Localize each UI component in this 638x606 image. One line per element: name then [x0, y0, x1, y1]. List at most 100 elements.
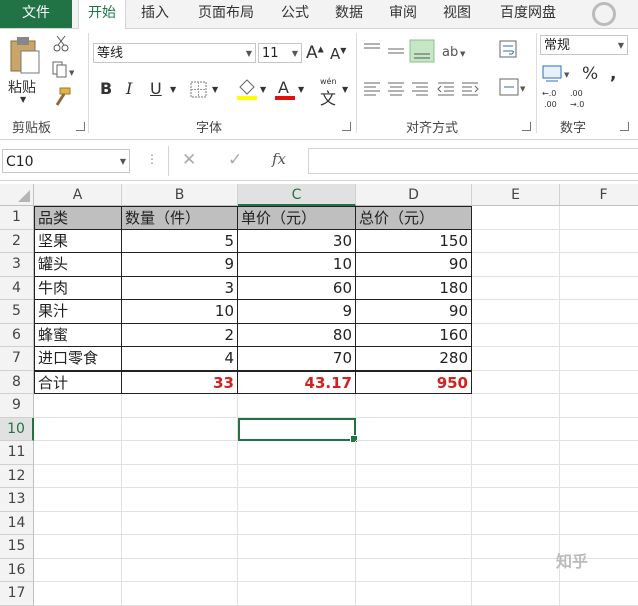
row-header-6[interactable]: 6	[0, 323, 34, 347]
enter-icon[interactable]: ✓	[228, 150, 242, 170]
cell-e17[interactable]	[472, 582, 560, 606]
cell-c12[interactable]	[238, 464, 356, 488]
cell-f2[interactable]	[560, 230, 638, 253]
cell-b17[interactable]	[122, 582, 238, 606]
increase-font-size-icon[interactable]: A▲	[306, 43, 324, 63]
cell-f5[interactable]	[560, 300, 638, 324]
cell-d9[interactable]	[356, 394, 472, 418]
cell-f17[interactable]	[560, 582, 638, 606]
tab-page-layout[interactable]: 页面布局	[188, 0, 264, 28]
cell-d13[interactable]	[356, 488, 472, 512]
cell-f8[interactable]	[560, 371, 638, 394]
paste-icon[interactable]	[8, 35, 42, 75]
cell-c9[interactable]	[238, 394, 356, 418]
decrease-font-size-icon[interactable]: A▼	[330, 45, 346, 63]
table-cell[interactable]: 9	[238, 300, 356, 324]
cell-b9[interactable]	[122, 394, 238, 418]
column-header-b[interactable]: B	[122, 184, 238, 206]
cell-b11[interactable]	[122, 441, 238, 465]
total-cell[interactable]: 43.17	[238, 370, 356, 394]
border-icon[interactable]	[190, 81, 208, 99]
font-size-combo[interactable]: 11 ▼	[258, 43, 302, 63]
cell-e8[interactable]	[472, 370, 560, 394]
select-all-corner[interactable]	[0, 184, 34, 206]
font-name-combo[interactable]: 等线 ▼	[93, 43, 256, 63]
table-cell[interactable]: 3	[122, 276, 238, 300]
cell-a15[interactable]	[34, 535, 122, 559]
cell-d10[interactable]	[356, 417, 472, 441]
merge-center-icon[interactable]: ▼	[498, 77, 530, 99]
column-header-f[interactable]: F	[560, 184, 638, 206]
cell-e1[interactable]	[472, 206, 560, 230]
cell-b16[interactable]	[122, 558, 238, 582]
feedback-icon[interactable]	[592, 2, 616, 26]
row-header-3[interactable]: 3	[0, 253, 34, 277]
row-header-7[interactable]: 7	[0, 347, 34, 371]
row-header-14[interactable]: 14	[0, 511, 34, 535]
cell-c15[interactable]	[238, 535, 356, 559]
cut-icon[interactable]	[52, 35, 70, 53]
cell-b10[interactable]	[122, 417, 238, 441]
cell-a10[interactable]	[34, 417, 122, 441]
total-cell[interactable]: 合计	[34, 370, 122, 394]
table-header-cell[interactable]: 单价（元）	[238, 206, 356, 230]
tab-view[interactable]: 视图	[434, 0, 480, 28]
cell-b12[interactable]	[122, 464, 238, 488]
paste-dropdown-icon[interactable]: ▼	[20, 95, 26, 104]
table-cell[interactable]: 蜂蜜	[34, 323, 122, 347]
row-header-15[interactable]: 15	[0, 535, 34, 559]
more-icon[interactable]: ⋮	[146, 152, 158, 166]
active-cell[interactable]	[238, 417, 358, 443]
formula-input[interactable]	[308, 148, 638, 174]
cell-f4[interactable]	[560, 277, 638, 300]
cell-e3[interactable]	[472, 253, 560, 277]
cell-f11[interactable]	[560, 441, 638, 465]
cell-f10[interactable]	[560, 418, 638, 441]
chevron-down-icon[interactable]: ▼	[260, 85, 266, 94]
cell-f12[interactable]	[560, 465, 638, 488]
cell-b13[interactable]	[122, 488, 238, 512]
table-cell[interactable]: 150	[356, 229, 472, 253]
table-header-cell[interactable]: 数量（件）	[122, 206, 238, 230]
tab-formulas[interactable]: 公式	[272, 0, 318, 28]
bold-icon[interactable]: B	[100, 79, 112, 98]
cell-a11[interactable]	[34, 441, 122, 465]
row-header-13[interactable]: 13	[0, 488, 34, 512]
tab-insert[interactable]: 插入	[132, 0, 178, 28]
column-header-e[interactable]: E	[472, 184, 560, 206]
row-header-9[interactable]: 9	[0, 394, 34, 418]
cell-a17[interactable]	[34, 582, 122, 606]
cell-d15[interactable]	[356, 535, 472, 559]
row-header-10[interactable]: 10	[0, 417, 34, 441]
table-cell[interactable]: 果汁	[34, 300, 122, 324]
table-cell[interactable]: 5	[122, 229, 238, 253]
cell-e6[interactable]	[472, 323, 560, 347]
chevron-down-icon[interactable]: ▼	[342, 85, 348, 94]
cell-f9[interactable]	[560, 394, 638, 418]
cell-e16[interactable]	[472, 558, 560, 582]
cell-e13[interactable]	[472, 488, 560, 512]
table-cell[interactable]: 进口零食	[34, 347, 122, 371]
cell-c11[interactable]	[238, 441, 356, 465]
format-painter-icon[interactable]	[52, 87, 72, 107]
cell-a9[interactable]	[34, 394, 122, 418]
tab-review[interactable]: 审阅	[380, 0, 426, 28]
table-cell[interactable]: 90	[356, 253, 472, 277]
paste-button[interactable]: 粘贴	[8, 77, 36, 97]
cell-f13[interactable]	[560, 488, 638, 512]
clipboard-launcher-icon[interactable]	[76, 122, 85, 131]
insert-function-icon[interactable]: fx	[272, 150, 286, 168]
cell-e15[interactable]	[472, 535, 560, 559]
row-header-5[interactable]: 5	[0, 300, 34, 324]
cell-e11[interactable]	[472, 441, 560, 465]
tab-home[interactable]: 开始	[78, 0, 126, 29]
table-header-cell[interactable]: 品类	[34, 206, 122, 230]
cell-d16[interactable]	[356, 558, 472, 582]
table-cell[interactable]: 180	[356, 276, 472, 300]
row-header-8[interactable]: 8	[0, 370, 34, 394]
tab-data[interactable]: 数据	[326, 0, 372, 28]
row-header-12[interactable]: 12	[0, 464, 34, 488]
cell-f3[interactable]	[560, 253, 638, 277]
font-color-icon[interactable]: A	[274, 77, 296, 101]
table-cell[interactable]: 10	[238, 253, 356, 277]
